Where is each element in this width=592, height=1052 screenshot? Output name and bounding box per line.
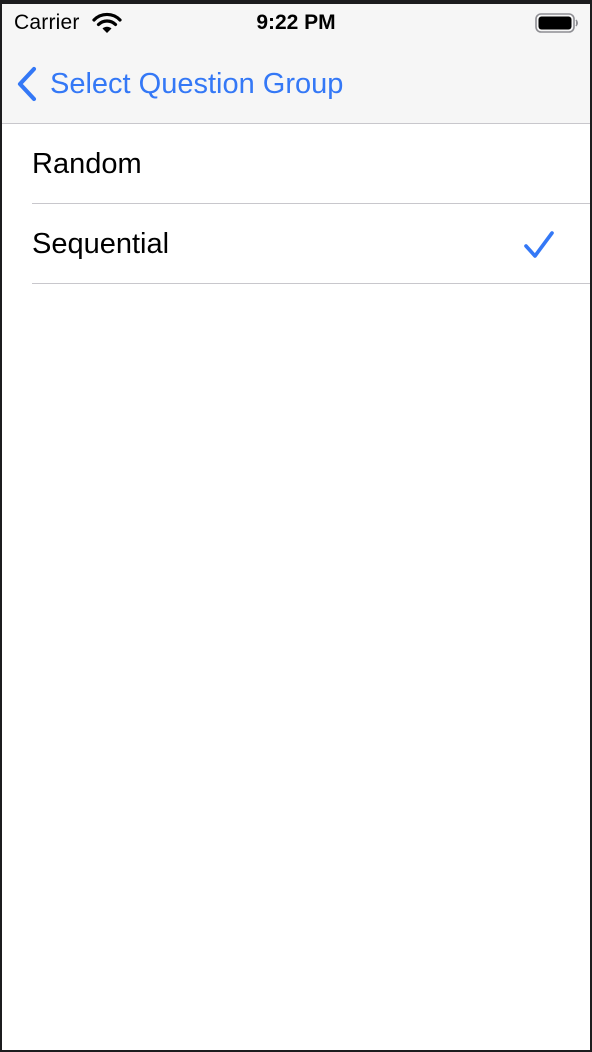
battery-full-icon [535,13,578,33]
list-item-label: Random [32,148,142,180]
list-item-sequential[interactable]: Sequential [2,204,590,284]
back-button[interactable]: Select Question Group [14,64,343,104]
option-list: Random Sequential [2,124,590,284]
status-bar: Carrier 9:22 PM [2,4,590,44]
list-item-random[interactable]: Random [2,124,590,204]
navigation-bar: Select Question Group [2,44,590,123]
back-button-label: Select Question Group [50,67,344,100]
header: Carrier 9:22 PM Select Question Group [2,4,590,124]
chevron-left-icon [17,66,37,102]
checkmark-icon [524,231,554,258]
list-item-label: Sequential [32,228,170,260]
app-screen: Carrier 9:22 PM Select Question Group Ra… [2,4,590,1050]
clock: 9:22 PM [256,11,336,34]
row-separator [32,283,590,284]
